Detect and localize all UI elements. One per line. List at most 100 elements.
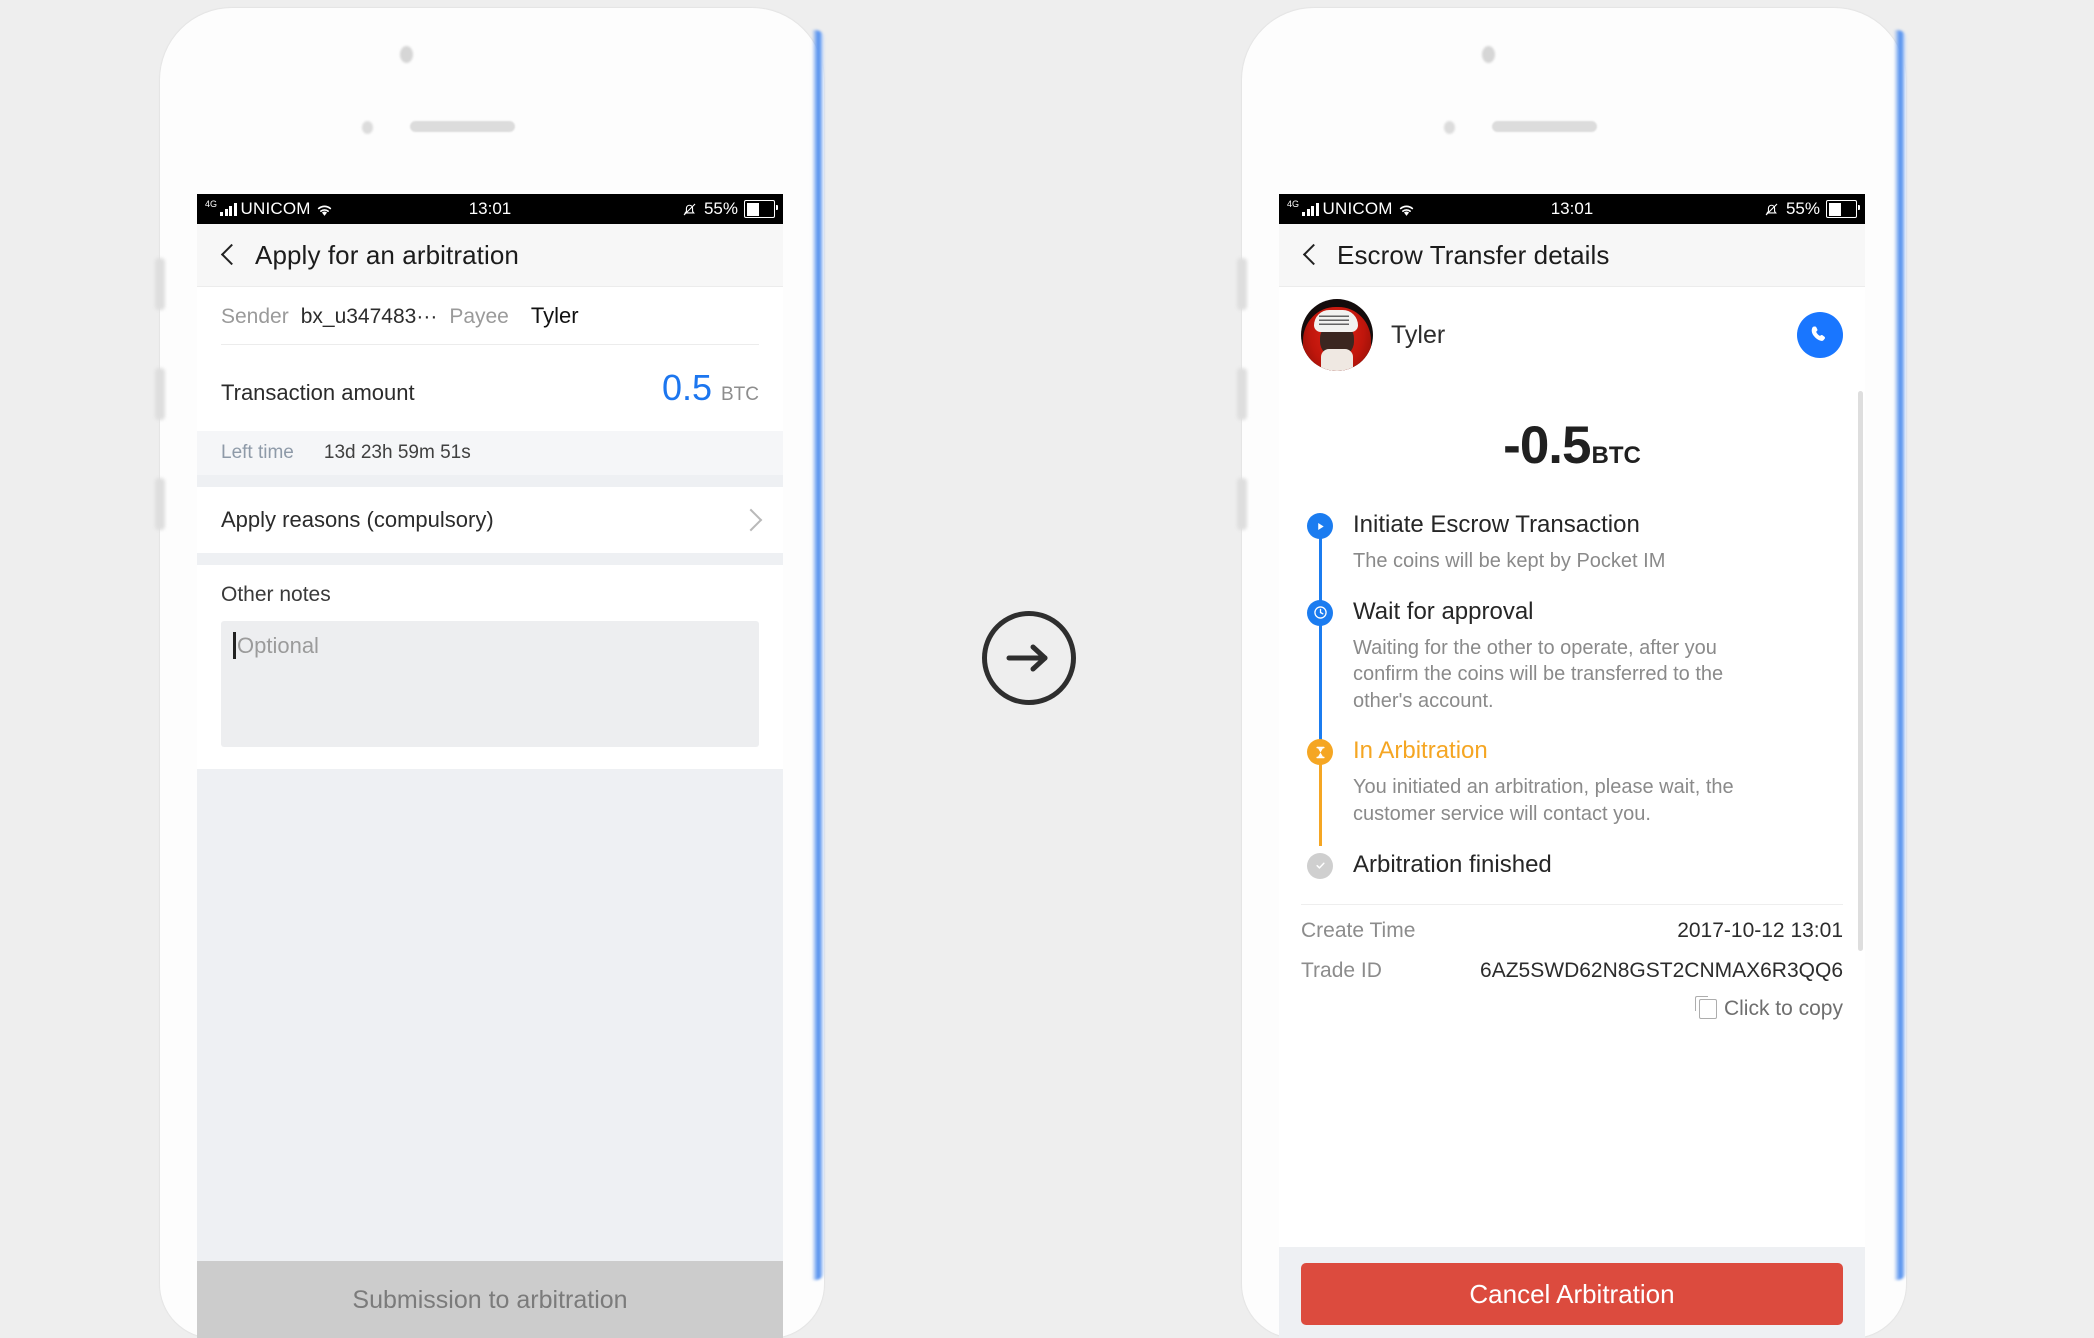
cancel-arbitration-button[interactable]: Cancel Arbitration [1301,1263,1843,1325]
hourglass-circle-icon [1307,739,1333,766]
carrier-label: UNICOM [240,199,311,218]
sender-label: Sender [221,305,289,328]
timeline-title: Arbitration finished [1353,850,1552,878]
clock-circle-icon [1307,599,1333,626]
earpiece-speaker [1492,121,1597,132]
contact-name: Tyler [1391,320,1446,349]
bell-muted-icon [1765,203,1778,215]
arrow-right-circle-icon [982,611,1076,705]
phone-device-left: 4G UNICOM 13:01 55% Apply for an arbitra… [155,8,824,1338]
trade-id-value: 6AZ5SWD62N8GST2CNMAX6R3QQ6 [1480,958,1843,982]
volume-up-button[interactable] [1237,258,1247,310]
battery-icon [1826,200,1860,218]
status-bar-left: 4G UNICOM 13:01 55% [197,194,783,224]
timeline-item: Initiate Escrow Transaction The coins wi… [1301,510,1843,616]
click-to-copy-label: Click to copy [1723,996,1843,1020]
nav-bar-right: Escrow Transfer details [1279,224,1865,287]
page-title: Apply for an arbitration [255,239,519,270]
other-notes-input[interactable]: Optional [221,621,759,747]
front-camera-icon [1482,46,1495,63]
cancel-arbitration-footer: Cancel Arbitration [1279,1247,1865,1338]
create-time-label: Create Time [1301,918,1416,942]
device-edge-accent-right [1894,30,1907,1280]
transaction-amount-label: Transaction amount [221,380,415,405]
power-button[interactable] [155,478,165,530]
back-chevron-icon[interactable] [1297,242,1323,268]
timeline-item: Wait for approval Waiting for the other … [1301,597,1843,741]
click-to-copy-button[interactable]: Click to copy [1279,985,1865,1039]
play-circle-icon [1307,513,1333,539]
phone-device-right: 4G UNICOM 13:01 55% Escrow Transfer deta… [1237,8,1906,1338]
device-edge-accent-left [812,30,825,1280]
escrow-amount: -0.5BTC [1279,383,1865,510]
network-type-label: 4G [1287,199,1300,209]
timeline-item: In Arbitration You initiated an arbitrat… [1301,736,1843,849]
transaction-amount-value: 0.5 [661,367,712,408]
status-bar-right: 4G UNICOM 13:01 55% [1279,194,1865,224]
timeline-desc: The coins will be kept by Pocket IM [1353,550,1666,572]
check-circle-icon [1307,852,1333,879]
carrier-label: UNICOM [1322,199,1393,218]
transaction-amount-row: Transaction amount 0.5 BTC [197,345,783,431]
section-gap [197,475,783,487]
timeline-item: Arbitration finished [1301,850,1843,886]
create-time-value: 2017-10-12 13:01 [1677,918,1843,942]
signal-bars-icon [1302,202,1319,216]
apply-reasons-row[interactable]: Apply reasons (compulsory) [197,487,783,553]
trade-id-row: Trade ID 6AZ5SWD62N8GST2CNMAX6R3QQ6 [1279,945,1865,985]
text-caret [233,632,236,659]
sender-value: bx_u347483··· [300,305,438,328]
battery-percent-label: 55% [1785,199,1820,218]
other-notes-placeholder: Optional [237,633,319,658]
other-notes-block: Other notes Optional [197,565,783,769]
payee-value: Tyler [530,303,579,328]
payee-label: Payee [449,305,509,328]
wifi-icon [317,205,331,216]
front-camera-icon [400,46,413,63]
timeline-title: Initiate Escrow Transaction [1353,511,1640,538]
escrow-amount-value: -0.5 [1503,416,1591,475]
chevron-right-icon [739,508,763,532]
submit-arbitration-button[interactable]: Submission to arbitration [197,1261,783,1338]
left-time-value: 13d 23h 59m 51s [323,442,471,463]
proximity-sensor-icon [1444,121,1455,134]
contact-row: Tyler [1279,287,1865,383]
bell-muted-icon [683,203,696,215]
apply-reasons-label: Apply reasons (compulsory) [221,507,494,532]
volume-down-button[interactable] [155,368,165,420]
left-time-label: Left time [221,442,294,463]
other-notes-label: Other notes [221,583,331,606]
content-spacer [197,769,783,1261]
volume-down-button[interactable] [1237,368,1247,420]
page-title: Escrow Transfer details [1337,239,1610,270]
network-type-label: 4G [205,199,218,209]
transaction-amount-unit: BTC [721,384,759,405]
signal-bars-icon [220,202,237,216]
timeline-desc: You initiated an arbitration, please wai… [1353,776,1734,825]
volume-up-button[interactable] [155,258,165,310]
section-gap [197,553,783,565]
timeline-desc: Waiting for the other to operate, after … [1353,636,1724,712]
timeline-title: In Arbitration [1353,737,1488,765]
copy-icon [1694,995,1717,1019]
trade-id-label: Trade ID [1301,958,1382,982]
sender-payee-row: Sender bx_u347483··· Payee Tyler [197,287,783,344]
back-chevron-icon[interactable] [215,242,241,268]
transaction-summary-card: Sender bx_u347483··· Payee Tyler Transac… [197,287,783,431]
timeline-connector [1318,606,1322,741]
timeline-title: Wait for approval [1353,597,1534,625]
create-time-row: Create Time 2017-10-12 13:01 [1279,905,1865,945]
battery-percent-label: 55% [703,199,738,218]
content-spacer [1279,1038,1865,1247]
phone-call-icon[interactable] [1797,312,1843,358]
phone-screen-right: 4G UNICOM 13:01 55% Escrow Transfer deta… [1279,194,1865,1338]
battery-icon [744,200,778,218]
left-time-row: Left time 13d 23h 59m 51s [197,431,783,475]
escrow-timeline: Initiate Escrow Transaction The coins wi… [1279,510,1865,886]
wifi-icon [1399,205,1413,216]
phone-screen-left: 4G UNICOM 13:01 55% Apply for an arbitra… [197,194,783,1338]
avatar [1301,299,1373,371]
escrow-amount-unit: BTC [1591,442,1641,469]
nav-bar-left: Apply for an arbitration [197,224,783,287]
power-button[interactable] [1237,478,1247,530]
